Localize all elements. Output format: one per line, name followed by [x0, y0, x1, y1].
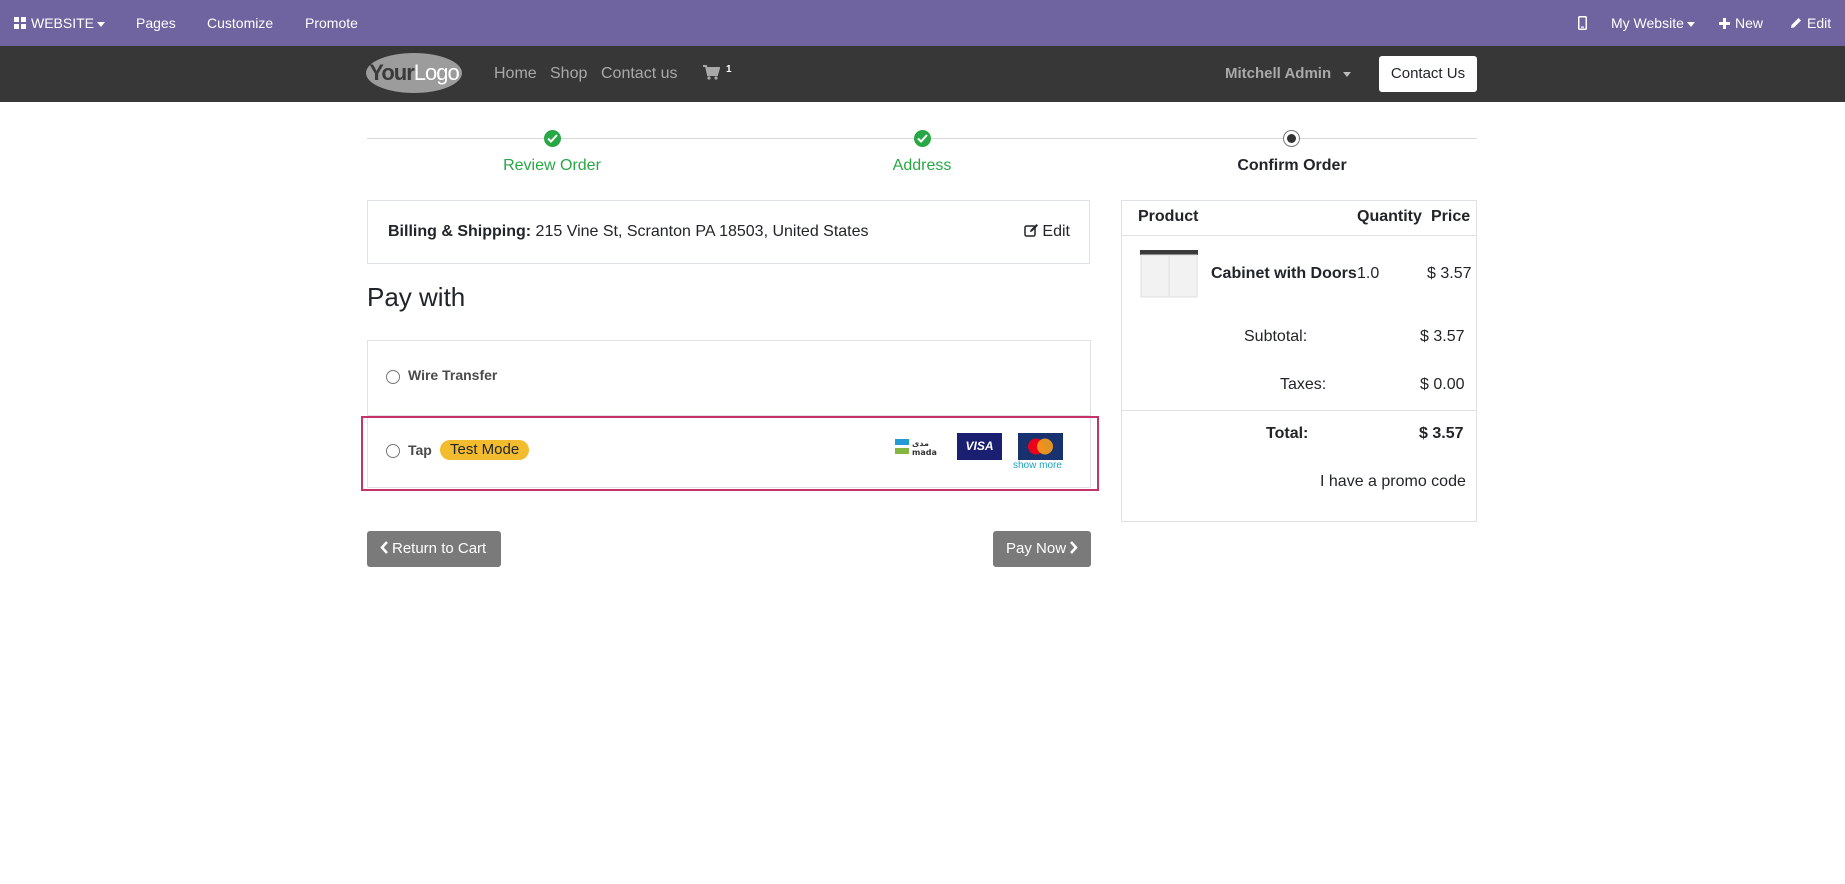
step-confirm-order: Confirm Order [1237, 157, 1347, 174]
promo-code-link[interactable]: I have a promo code [1320, 473, 1466, 491]
step-review-order-check-icon [544, 130, 561, 147]
nav-link-contact-us[interactable]: Contact us [601, 46, 677, 102]
product-quantity: 1.0 [1357, 265, 1380, 282]
customize-menu[interactable]: Customize [207, 0, 273, 46]
total-label: Total: [1266, 425, 1309, 442]
return-to-cart-button[interactable]: Return to Cart [367, 531, 501, 567]
subtotal-label: Subtotal: [1244, 328, 1308, 345]
wire-transfer-radio[interactable] [386, 370, 400, 384]
chevron-left-icon [380, 541, 388, 554]
billing-shipping-card: Billing & Shipping: 215 Vine St, Scranto… [367, 200, 1090, 264]
chevron-down-icon [1343, 71, 1352, 77]
summary-total-divider [1122, 410, 1476, 411]
user-name: Mitchell Admin [1225, 65, 1332, 82]
mobile-icon [1578, 16, 1587, 30]
my-website-menu[interactable]: My Website [1611, 0, 1695, 46]
step-address-check-icon [914, 130, 931, 147]
mobile-preview-button[interactable] [1578, 0, 1587, 46]
edit-address-label: Edit [1042, 223, 1070, 240]
cart-icon [703, 65, 721, 80]
apps-grid-icon [14, 17, 26, 29]
product-image[interactable] [1138, 248, 1200, 300]
quantity-column-header: Quantity [1357, 208, 1422, 225]
new-label: New [1735, 15, 1764, 31]
subtotal-value: $ 3.57 [1420, 328, 1465, 345]
chevron-right-icon [1070, 541, 1078, 554]
site-navbar [0, 46, 1845, 102]
product-column-header: Product [1138, 208, 1199, 225]
user-menu[interactable]: Mitchell Admin [1225, 46, 1352, 102]
logo-text-bold: Your [369, 60, 414, 85]
pay-now-button[interactable]: Pay Now [993, 531, 1091, 567]
product-name[interactable]: Cabinet with Doors [1211, 265, 1357, 283]
billing-shipping-text: Billing & Shipping: 215 Vine St, Scranto… [388, 223, 869, 241]
website-menu-label: WEBSITE [31, 15, 95, 31]
return-to-cart-label: Return to Cart [392, 540, 487, 557]
pay-with-heading: Pay with [367, 282, 466, 312]
logo-text: Logo [413, 60, 460, 85]
new-button[interactable]: New [1719, 0, 1763, 46]
billing-address: 215 Vine St, Scranton PA 18503, United S… [535, 223, 869, 240]
edit-label: Edit [1807, 15, 1832, 31]
taxes-label: Taxes: [1280, 376, 1327, 393]
step-address[interactable]: Address [893, 157, 952, 175]
edit-icon [1024, 224, 1039, 237]
billing-shipping-label: Billing & Shipping: [388, 223, 532, 240]
wire-transfer-label[interactable]: Wire Transfer [408, 367, 497, 383]
taxes-value: $ 0.00 [1420, 376, 1465, 393]
pencil-icon [1791, 18, 1801, 28]
admin-bar: WEBSITE Pages Customize Promote My Websi… [0, 0, 1845, 46]
website-menu[interactable]: WEBSITE [14, 0, 106, 46]
pages-menu[interactable]: Pages [136, 0, 176, 46]
promote-menu[interactable]: Promote [305, 0, 358, 46]
total-value: $ 3.57 [1419, 425, 1464, 442]
step-confirm-order-current-icon [1283, 130, 1300, 147]
site-logo[interactable]: YourLogo [366, 53, 462, 93]
chevron-down-icon [1686, 21, 1695, 27]
nav-link-shop[interactable]: Shop [550, 46, 587, 102]
edit-button[interactable]: Edit [1790, 0, 1831, 46]
pay-now-label: Pay Now [1006, 540, 1067, 557]
contact-us-button[interactable]: Contact Us [1379, 56, 1477, 92]
plus-icon [1719, 18, 1730, 29]
product-price: $ 3.57 [1427, 265, 1472, 282]
nav-link-home[interactable]: Home [494, 46, 537, 102]
cart-count-badge: 1 [726, 64, 732, 75]
chevron-down-icon [97, 21, 106, 27]
price-column-header: Price [1431, 208, 1471, 225]
step-review-order[interactable]: Review Order [503, 157, 601, 175]
cart-link[interactable] [703, 46, 721, 102]
summary-header-divider [1122, 235, 1476, 236]
my-website-label: My Website [1611, 15, 1684, 31]
edit-address-link[interactable]: Edit [1024, 223, 1070, 241]
tap-payment-highlight[interactable] [361, 416, 1099, 491]
